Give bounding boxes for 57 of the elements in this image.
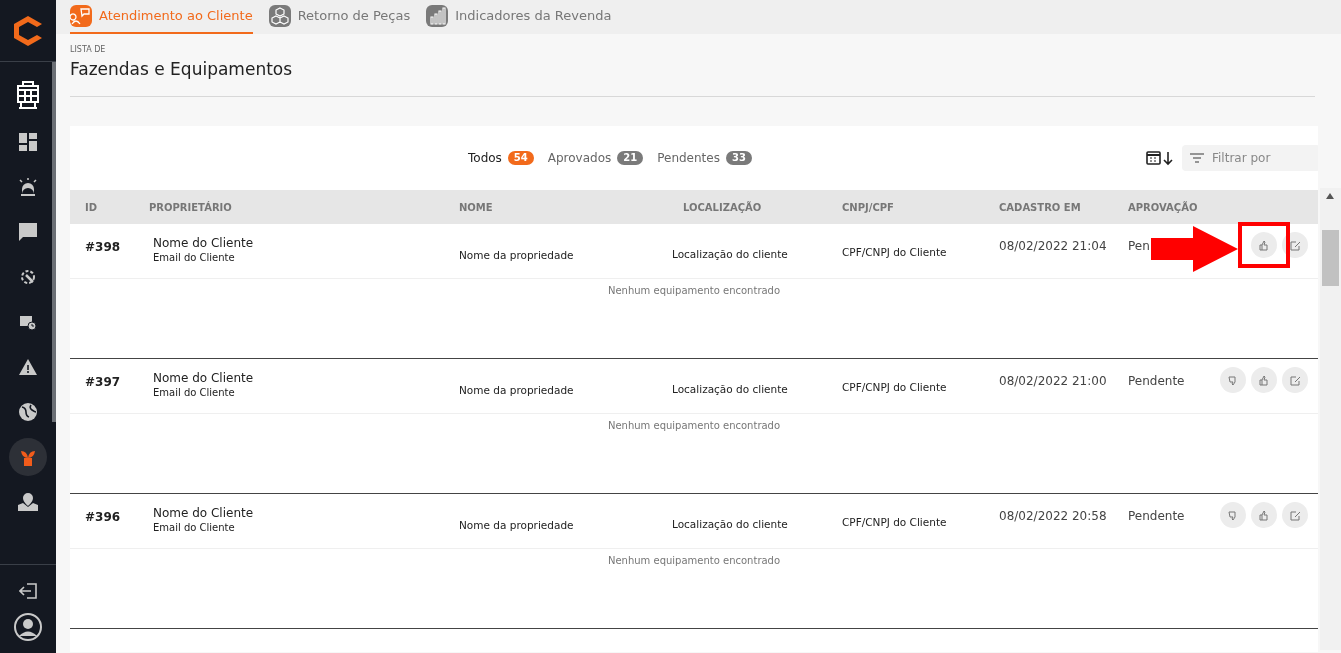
nav-tab[interactable]: Retorno de Peças	[268, 0, 411, 34]
status-cell-text: Pen	[1128, 238, 1150, 256]
filter-field[interactable]: Filtrar por	[1182, 145, 1318, 172]
page-title: Fazendas e Equipamentos	[70, 59, 294, 81]
scrollbar[interactable]	[1320, 188, 1341, 651]
column-header: LOCALIZAÇÃO	[683, 200, 763, 215]
scrollbar-thumb[interactable]	[1322, 230, 1339, 287]
date-cell-text: 08/02/2022 21:04	[999, 238, 1108, 256]
support-icon	[70, 5, 92, 27]
bar-chart-icon	[426, 5, 449, 27]
column-header: CADASTRO EM	[999, 200, 1082, 215]
like-button[interactable]	[1251, 367, 1277, 394]
owner-email: Email do Cliente	[153, 521, 235, 535]
column-header: APROVAÇÃO	[1128, 200, 1199, 215]
plant-icon[interactable]	[9, 438, 47, 476]
empty-message: Nenhum equipamento encontrado	[607, 554, 781, 569]
filter-tab[interactable]: Pendentes 33	[657, 149, 752, 168]
like-button[interactable]	[1251, 502, 1277, 529]
nav-tab[interactable]: Indicadores da Revenda	[426, 0, 612, 34]
table-cell-text: Localização do cliente	[672, 382, 789, 398]
owner-name: Nome do Cliente	[153, 235, 254, 252]
filter-tab[interactable]: Todos 54	[468, 149, 534, 168]
date-cell-text: 08/02/2022 20:58	[999, 508, 1108, 526]
status-cell-text: Pendente	[1128, 508, 1185, 526]
page-eyebrow: LISTA DE	[70, 46, 107, 54]
table-cell-text: CPF/CNPJ do Cliente	[842, 515, 948, 531]
filter-tab[interactable]: Aprovados 21	[547, 149, 644, 168]
column-header: CNPJ/CPF	[842, 200, 895, 215]
table-cell-text: Localização do cliente	[672, 517, 789, 533]
column-header: NOME	[459, 200, 494, 215]
empty-message: Nenhum equipamento encontrado	[607, 419, 781, 434]
count-badge: 21	[617, 151, 644, 166]
column-header: ID	[84, 200, 99, 215]
owner-name: Nome do Cliente	[153, 505, 254, 522]
column-header: PROPRIETÁRIO	[149, 200, 233, 215]
owner-email: Email do Cliente	[153, 386, 235, 400]
table-cell-text: CPF/CNPJ do Cliente	[842, 380, 948, 396]
logout-icon[interactable]	[19, 583, 37, 599]
empty-message: Nenhum equipamento encontrado	[607, 284, 781, 299]
calendar-sort-icon[interactable]	[1146, 150, 1176, 167]
filter-icon	[1190, 153, 1204, 164]
cubes-icon	[268, 5, 291, 27]
count-badge: 54	[507, 151, 534, 166]
count-badge: 33	[725, 151, 752, 166]
user-icon[interactable]	[14, 613, 42, 641]
like-button[interactable]	[1251, 232, 1277, 259]
scroll-up-icon[interactable]	[1326, 193, 1334, 200]
owner-email: Email do Cliente	[153, 251, 235, 265]
annotation-box	[1238, 222, 1290, 269]
status-cell-text: Pendente	[1128, 373, 1185, 391]
id-cell-text: #396	[84, 509, 122, 527]
table-cell-text: CPF/CNPJ do Cliente	[842, 245, 948, 261]
id-cell-text: #397	[84, 374, 122, 392]
table-cell-text: Localização do cliente	[672, 247, 789, 263]
date-cell-text: 08/02/2022 21:00	[999, 373, 1108, 391]
owner-name: Nome do Cliente	[153, 370, 254, 387]
id-cell-text: #398	[84, 239, 122, 257]
